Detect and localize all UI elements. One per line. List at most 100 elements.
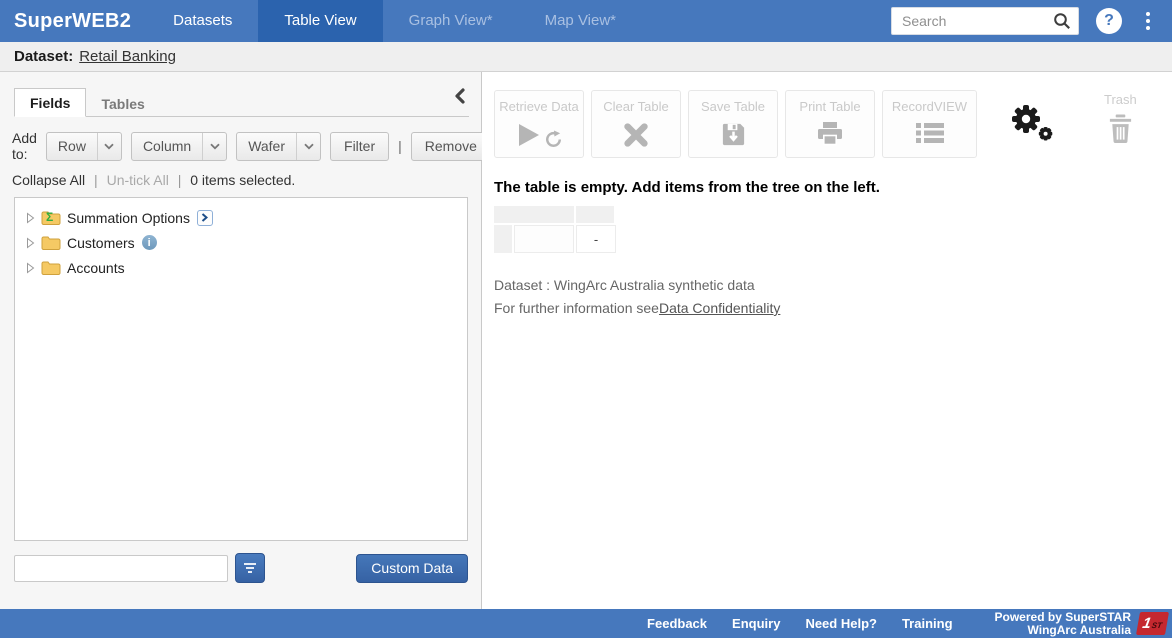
table-stub-cell (494, 225, 512, 253)
dataset-info-text: Dataset : WingArc Australia synthetic da… (494, 277, 1172, 293)
folder-icon (41, 235, 61, 251)
tab-fields[interactable]: Fields (14, 88, 86, 117)
help-icon[interactable]: ? (1096, 8, 1122, 34)
search-input[interactable] (891, 7, 1079, 35)
info-icon[interactable]: i (142, 235, 157, 250)
retrieve-data-button[interactable]: Retrieve Data (494, 90, 584, 158)
remove-button[interactable]: Remove (411, 132, 491, 161)
dataset-link[interactable]: Retail Banking (79, 48, 176, 65)
tree-filter-input[interactable] (14, 555, 228, 582)
add-to-toolbar: Add to: Row Column Wafer (12, 130, 469, 162)
app-logo: SuperWEB2 (0, 10, 147, 33)
wafer-dropdown-label: Wafer (237, 133, 296, 160)
collapse-panel-icon[interactable] (452, 86, 467, 111)
open-summation-options-icon[interactable] (197, 210, 213, 226)
recordview-label: RecordVIEW (892, 99, 967, 114)
save-icon (720, 121, 747, 148)
save-table-button[interactable]: Save Table (688, 90, 778, 158)
trash-icon (1107, 114, 1134, 149)
logo-st-text: ST (1151, 621, 1163, 630)
expand-caret-icon[interactable] (23, 212, 37, 224)
nav-item-datasets[interactable]: Datasets (147, 0, 258, 42)
folder-icon (41, 260, 61, 276)
nav-item-table-view[interactable]: Table View (258, 0, 382, 42)
table-options-gear-icon[interactable] (1010, 103, 1054, 146)
tree-filter-row: Custom Data (14, 553, 468, 583)
row-dropdown-label: Row (47, 133, 97, 160)
sigma-icon: Σ (46, 210, 53, 224)
feedback-link[interactable]: Feedback (647, 616, 707, 631)
tree-item-label: Summation Options (67, 210, 190, 226)
empty-table-placeholder: - (494, 206, 616, 253)
need-help-link[interactable]: Need Help? (805, 616, 877, 631)
powered-line1: Powered by SuperSTAR (995, 611, 1131, 624)
row-dropdown[interactable]: Row (46, 132, 122, 161)
table-cell (514, 225, 574, 253)
selection-status-row: Collapse All | Un-tick All | 0 items sel… (12, 172, 469, 188)
help-glyph: ? (1104, 12, 1114, 30)
collapse-all-link[interactable]: Collapse All (12, 172, 85, 188)
expand-caret-icon[interactable] (23, 262, 37, 274)
dataset-label: Dataset: (14, 48, 73, 65)
table-value-cell: - (576, 225, 616, 253)
nav-item-map-view[interactable]: Map View* (519, 0, 642, 42)
data-confidentiality-link[interactable]: Data Confidentiality (659, 300, 780, 316)
clear-table-button[interactable]: Clear Table (591, 90, 681, 158)
tree-item-accounts[interactable]: Accounts (15, 255, 467, 280)
print-table-button[interactable]: Print Table (785, 90, 875, 158)
funnel-icon (243, 562, 257, 574)
apply-filter-button[interactable] (235, 553, 265, 583)
column-dropdown-label: Column (132, 133, 202, 160)
separator: | (398, 138, 402, 154)
powered-line2: WingArc Australia (995, 624, 1131, 637)
custom-data-button[interactable]: Custom Data (356, 554, 468, 583)
clear-x-icon (622, 121, 650, 149)
top-navbar: SuperWEB2 Datasets Table View Graph View… (0, 0, 1172, 42)
dataset-bar: Dataset: Retail Banking (0, 42, 1172, 72)
overflow-menu-icon[interactable] (1142, 8, 1154, 34)
info-glyph: i (148, 237, 151, 249)
expand-caret-icon[interactable] (23, 237, 37, 249)
save-table-label: Save Table (701, 99, 765, 114)
chevron-down-icon (202, 133, 226, 160)
play-refresh-icon (515, 121, 563, 149)
training-link[interactable]: Training (902, 616, 953, 631)
add-to-label: Add to: (12, 130, 37, 162)
separator: | (94, 172, 98, 188)
powered-by-text: Powered by SuperSTAR WingArc Australia (995, 611, 1131, 637)
search-icon[interactable] (1053, 12, 1071, 35)
untick-all-link[interactable]: Un-tick All (107, 172, 169, 188)
trash-label: Trash (1104, 92, 1137, 107)
chevron-down-icon (296, 133, 320, 160)
enquiry-link[interactable]: Enquiry (732, 616, 780, 631)
tree-item-customers[interactable]: Customers i (15, 230, 467, 255)
superstar-1st-logo: 1ST (1136, 612, 1169, 635)
further-info-prefix: For further information see (494, 300, 659, 316)
separator: | (178, 172, 182, 188)
clear-table-label: Clear Table (603, 99, 669, 114)
summation-folder-icon: Σ (41, 210, 61, 226)
print-table-label: Print Table (799, 99, 860, 114)
column-dropdown[interactable]: Column (131, 132, 227, 161)
tree-item-summation-options[interactable]: Σ Summation Options (15, 205, 467, 230)
retrieve-data-label: Retrieve Data (499, 99, 578, 114)
footer-links: Feedback Enquiry Need Help? Training (647, 616, 952, 631)
filter-button[interactable]: Filter (330, 132, 389, 161)
trash-button[interactable]: Trash (1104, 90, 1137, 149)
wafer-dropdown[interactable]: Wafer (236, 132, 321, 161)
table-header-cell (494, 206, 574, 223)
items-selected-count: 0 items selected. (190, 172, 295, 188)
table-header-cell (576, 206, 614, 223)
chevron-down-icon (97, 133, 121, 160)
main-area: Fields Tables Add to: Row Column (0, 72, 1172, 609)
recordview-button[interactable]: RecordVIEW (882, 90, 977, 158)
footer-bar: Feedback Enquiry Need Help? Training Pow… (0, 609, 1172, 638)
empty-table-message: The table is empty. Add items from the t… (494, 179, 1172, 196)
field-tree: Σ Summation Options Customers (14, 197, 468, 541)
list-icon (916, 121, 944, 145)
nav-item-graph-view[interactable]: Graph View* (383, 0, 519, 42)
left-panel-tabs: Fields Tables (14, 88, 469, 117)
table-view-panel: Retrieve Data Clear Table Save Table (482, 72, 1172, 609)
tree-item-label: Accounts (67, 260, 125, 276)
tab-tables[interactable]: Tables (86, 90, 159, 117)
